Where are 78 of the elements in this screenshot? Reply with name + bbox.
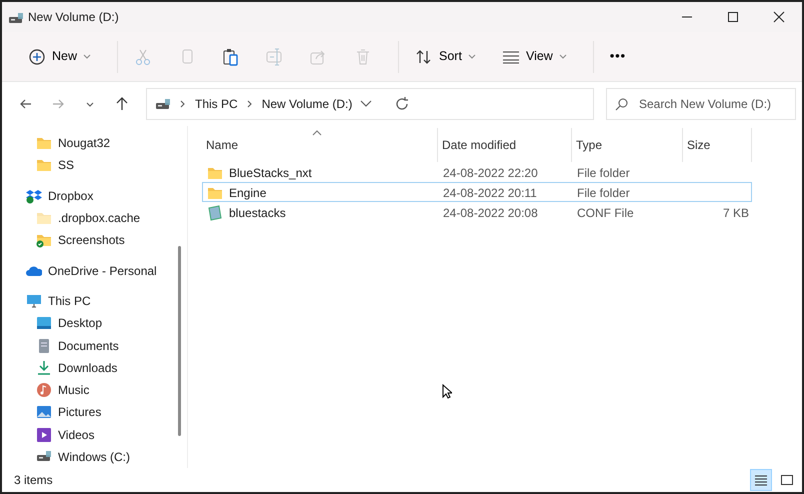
picture-icon <box>36 404 52 420</box>
column-header[interactable]: Date modified <box>438 128 572 162</box>
file-row[interactable]: BlueStacks_nxt 24-08-2022 22:20 File folder <box>202 162 752 182</box>
sidebar-item[interactable]: Downloads <box>2 356 187 379</box>
window-title: New Volume (D:) <box>28 9 119 26</box>
cut-icon <box>134 48 152 66</box>
video-icon <box>36 426 52 443</box>
file-size: 7 KB <box>722 205 749 222</box>
sidebar-item[interactable]: Documents <box>2 334 187 357</box>
dropbox-icon <box>26 188 42 204</box>
date-modified: 24-08-2022 20:08 <box>443 205 538 222</box>
sidebar-item[interactable]: Desktop <box>2 312 187 334</box>
file-name: Engine <box>229 185 266 202</box>
scrollbar[interactable] <box>178 246 181 436</box>
folder-icon <box>207 165 223 181</box>
view-button[interactable]: View <box>494 38 575 74</box>
file-type: File folder <box>577 185 630 202</box>
file-type: File folder <box>577 165 630 182</box>
file-row[interactable]: bluestacks 24-08-2022 20:08 CONF File 7 KB <box>202 202 752 222</box>
caret-icon <box>83 54 92 60</box>
download-icon <box>36 360 52 376</box>
add-icon <box>28 48 46 66</box>
list-icon <box>754 473 768 487</box>
monitor-icon <box>26 292 42 309</box>
details-view-button[interactable] <box>750 469 772 491</box>
sidebar-item[interactable]: Screenshots <box>2 229 187 252</box>
folder-icon <box>36 157 52 174</box>
sidebar-item[interactable]: Nougat32 <box>2 132 187 154</box>
search-icon <box>615 97 629 111</box>
minimize-icon <box>682 16 692 18</box>
rename-icon <box>266 48 284 66</box>
item-count: 3 items <box>14 472 53 489</box>
mouse-cursor-icon <box>442 384 452 399</box>
paste-icon <box>222 48 240 66</box>
drive-icon <box>155 97 171 111</box>
chevron-icon <box>179 99 187 109</box>
caret-icon <box>558 54 567 60</box>
folder-icon <box>207 185 223 201</box>
synced-folder-icon <box>36 232 52 248</box>
breadcrumb-item[interactable]: This PC <box>195 95 238 113</box>
address-bar[interactable]: This PC New Volume (D:) <box>146 88 594 120</box>
sidebar-item[interactable]: Music <box>2 378 187 402</box>
date-modified: 24-08-2022 20:11 <box>443 185 537 202</box>
new-button[interactable]: New <box>20 38 100 74</box>
sidebar-item[interactable]: Windows (C:) <box>2 446 187 468</box>
dropdown-icon <box>360 99 372 109</box>
file-name: BlueStacks_nxt <box>229 165 312 182</box>
chevron-icon <box>246 99 254 109</box>
sort-icon <box>415 48 434 66</box>
file-row[interactable]: Engine 24-08-2022 20:11 File folder <box>202 182 752 202</box>
sidebar-item[interactable]: SS <box>2 154 187 177</box>
refresh-icon <box>394 96 410 112</box>
desktop-icon <box>36 315 52 332</box>
column-header[interactable]: Type <box>572 128 683 162</box>
file-name: bluestacks <box>229 205 286 222</box>
folder-icon <box>36 210 52 226</box>
folder-icon <box>36 135 52 152</box>
sort-ascending-icon <box>312 130 322 136</box>
document-icon <box>36 338 52 354</box>
sidebar-item[interactable]: .dropbox.cache <box>2 206 187 230</box>
sidebar-item[interactable]: Dropbox <box>2 184 187 207</box>
chevron-down-icon <box>86 102 94 106</box>
sort-button[interactable]: Sort <box>407 38 484 74</box>
caret-icon <box>468 54 476 60</box>
more-button[interactable]: ••• <box>602 38 634 74</box>
sidebar-item[interactable]: OneDrive - Personal <box>2 259 187 282</box>
square-icon <box>780 473 794 487</box>
breadcrumb-item[interactable]: New Volume (D:) <box>262 95 352 113</box>
file-icon <box>207 205 223 221</box>
column-header[interactable]: Size <box>683 128 752 162</box>
search-field[interactable]: Search New Volume (D:) <box>606 88 796 120</box>
date-modified: 24-08-2022 22:20 <box>443 165 538 182</box>
sidebar-item[interactable]: Videos <box>2 424 187 446</box>
file-type: CONF File <box>577 205 634 222</box>
music-icon <box>36 382 52 398</box>
sidebar-item[interactable]: This PC <box>2 290 187 312</box>
column-header[interactable]: Name <box>202 128 438 162</box>
sidebar-item[interactable]: Pictures <box>2 401 187 424</box>
